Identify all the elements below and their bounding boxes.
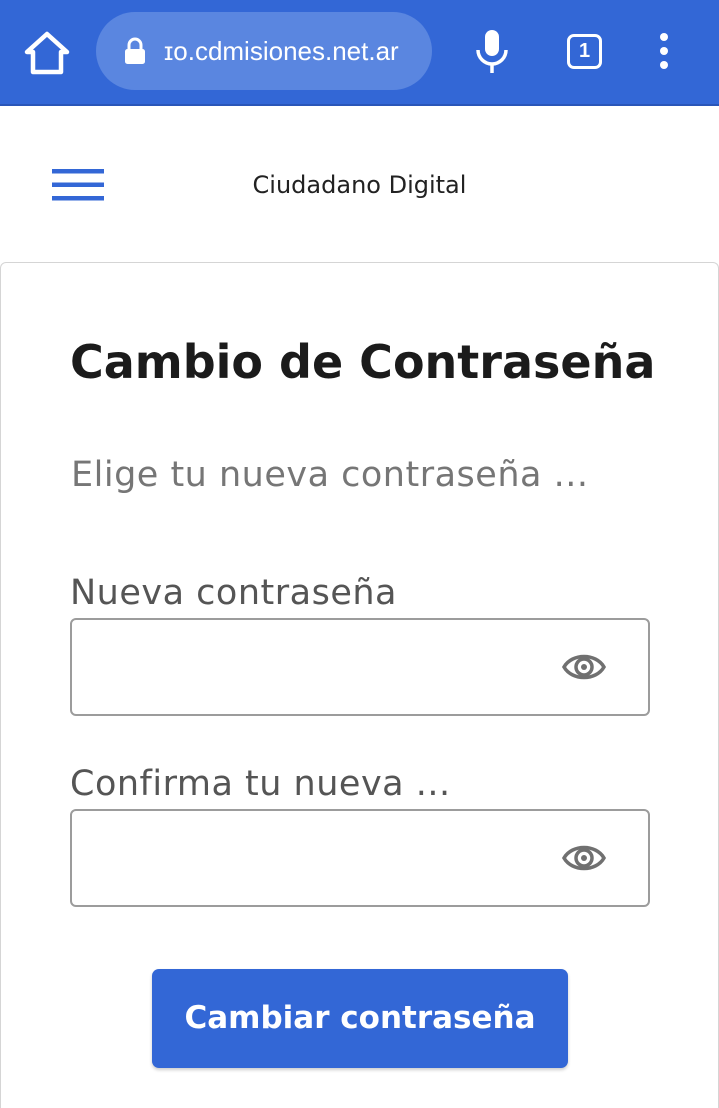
change-password-button[interactable]: Cambiar contraseña (152, 969, 568, 1068)
site-header: Ciudadano Digital (0, 108, 719, 262)
page-title: Cambio de Contraseña (70, 335, 656, 389)
new-password-label: Nueva contraseña (70, 573, 397, 613)
site-title: Ciudadano Digital (252, 171, 467, 199)
eye-icon[interactable] (561, 840, 607, 876)
lock-icon (124, 37, 146, 65)
address-bar[interactable]: ɪo.cdmisiones.net.ar (96, 12, 432, 90)
browser-toolbar: ɪo.cdmisiones.net.ar 1 (0, 0, 719, 106)
home-icon[interactable] (22, 30, 72, 76)
more-vert-icon[interactable] (654, 32, 674, 72)
confirm-password-field[interactable] (70, 809, 650, 907)
tabs-icon[interactable]: 1 (567, 34, 602, 69)
confirm-password-input[interactable] (84, 821, 544, 895)
new-password-field[interactable] (70, 618, 650, 716)
confirm-password-label: Confirma tu nueva ... (70, 764, 451, 804)
new-password-input[interactable] (84, 630, 544, 704)
form-subtitle: Elige tu nueva contraseña ... (71, 455, 589, 495)
eye-icon[interactable] (561, 649, 607, 685)
url-text: ɪo.cdmisiones.net.ar (164, 36, 399, 66)
mic-icon[interactable] (474, 28, 510, 76)
